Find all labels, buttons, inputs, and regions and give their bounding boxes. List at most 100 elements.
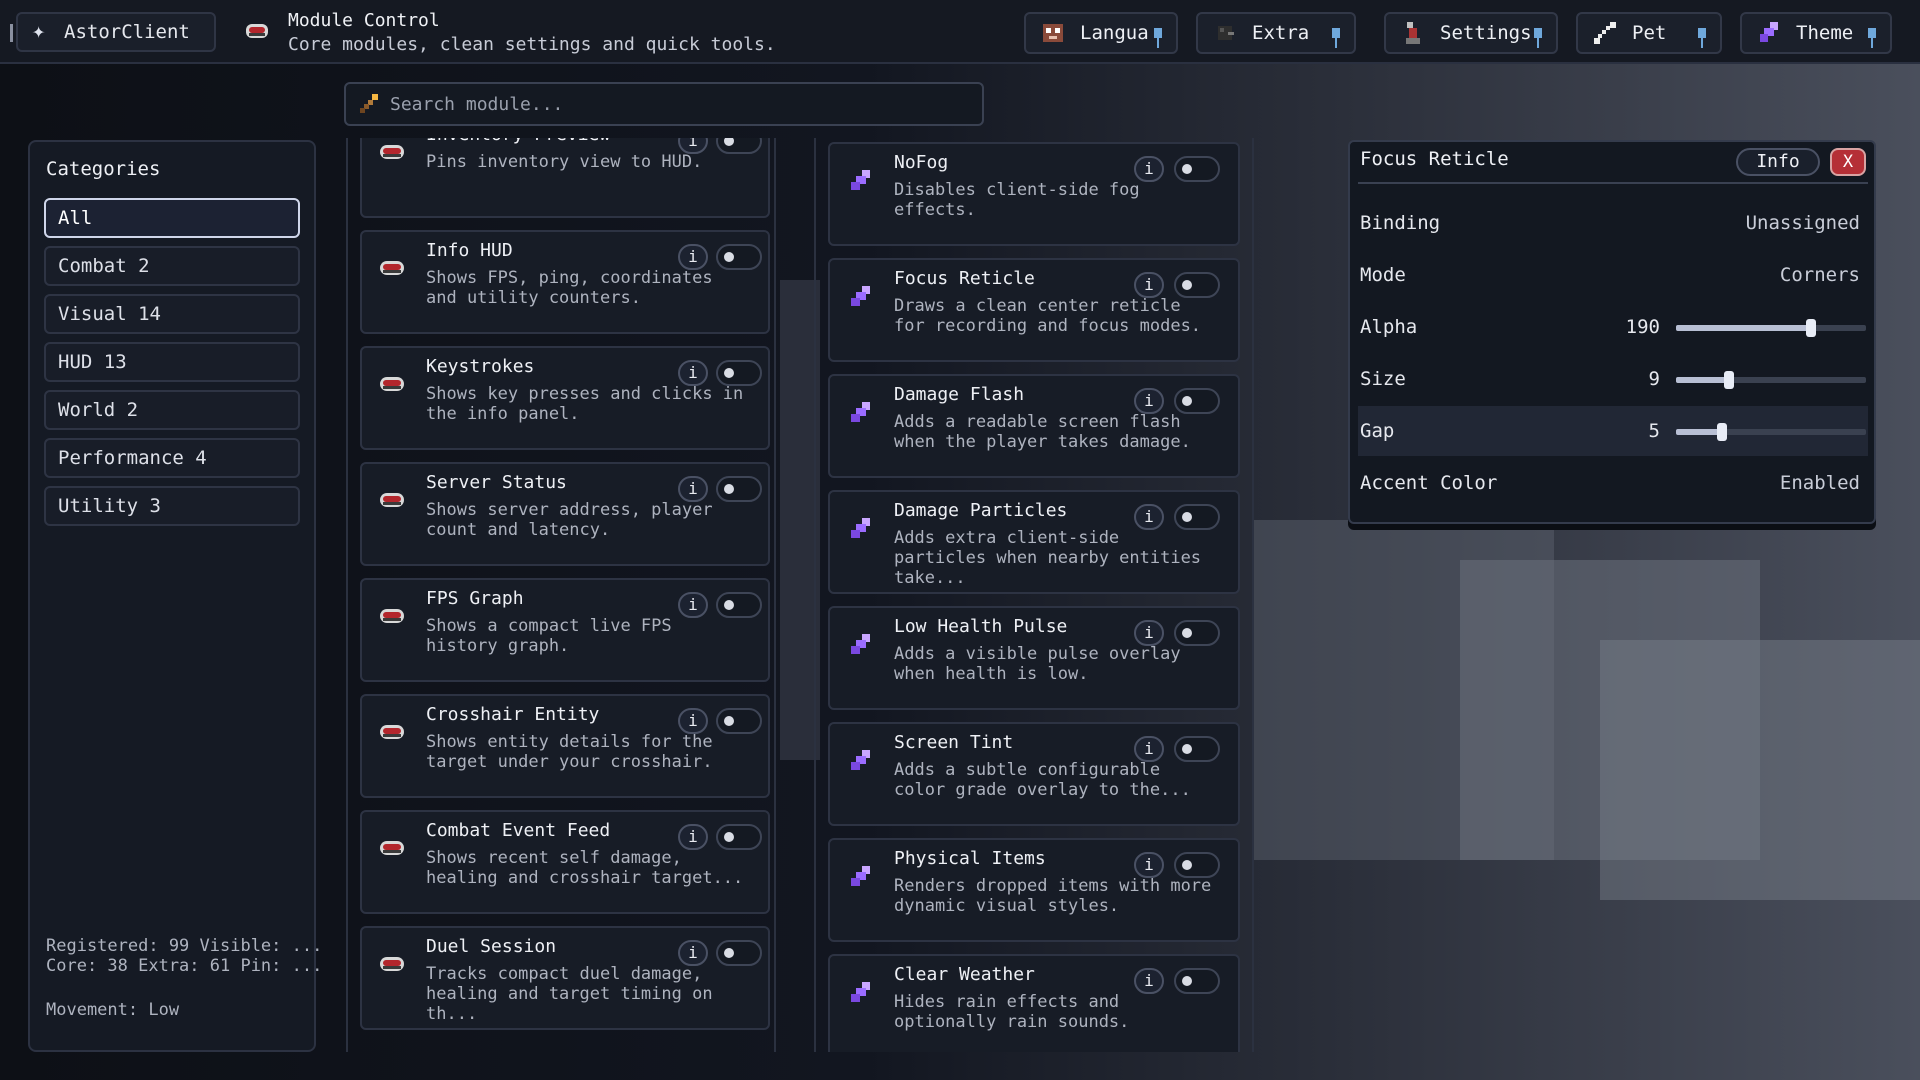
module-info-button[interactable]: i (1134, 852, 1164, 878)
module-card[interactable]: Low Health Pulse Adds a visible pulse ove… (828, 606, 1240, 710)
module-toggle[interactable] (1174, 852, 1220, 878)
size-slider-handle[interactable] (1724, 371, 1735, 389)
module-toggle[interactable] (1174, 736, 1220, 762)
module-toggle[interactable] (1174, 620, 1220, 646)
module-info-button[interactable]: i (678, 824, 708, 850)
module-card[interactable]: Server Status Shows server address, playe… (360, 462, 770, 566)
categories-title: Categories (46, 158, 161, 180)
category-utility[interactable]: Utility 3 (44, 486, 300, 526)
module-card[interactable]: NoFog Disables client-side fog effects. i (828, 142, 1240, 246)
redstone-lamp-icon (380, 957, 404, 971)
module-description: Shows a compact live FPS history graph. (426, 616, 672, 656)
module-card[interactable]: Combat Event Feed Shows recent self damag… (360, 810, 770, 914)
module-info-button[interactable]: i (1134, 272, 1164, 298)
module-info-button[interactable]: i (678, 360, 708, 386)
pet-label: Pet (1632, 22, 1667, 44)
module-toggle[interactable] (716, 824, 762, 850)
toggle-knob (724, 138, 734, 146)
module-name: Damage Particles (894, 500, 1068, 521)
module-card[interactable]: Info HUD Shows FPS, ping, coordinates and… (360, 230, 770, 334)
module-toggle[interactable] (716, 244, 762, 270)
module-name: Keystrokes (426, 356, 535, 377)
pin-icon (1534, 28, 1542, 48)
module-toggle[interactable] (1174, 504, 1220, 530)
size-slider[interactable] (1676, 371, 1866, 389)
module-toggle[interactable] (1174, 968, 1220, 994)
alpha-slider-handle[interactable] (1805, 319, 1816, 337)
module-info-button[interactable]: i (678, 244, 708, 270)
settings-button[interactable]: Settings (1384, 12, 1558, 54)
module-toggle[interactable] (1174, 272, 1220, 298)
language-button[interactable]: Langua (1024, 12, 1178, 54)
gap-slider[interactable] (1676, 423, 1866, 441)
module-toggle[interactable] (716, 592, 762, 618)
module-info-button[interactable]: i (1134, 736, 1164, 762)
module-card[interactable]: Clear Weather Hides rain effects and opti… (828, 954, 1240, 1052)
module-card[interactable]: Duel Session Tracks compact duel damage, … (360, 926, 770, 1030)
module-name: Low Health Pulse (894, 616, 1068, 637)
module-toggle[interactable] (1174, 388, 1220, 414)
module-card[interactable]: Physical Items Renders dropped items with… (828, 838, 1240, 942)
module-info-button[interactable]: i (1134, 968, 1164, 994)
category-performance[interactable]: Performance 4 (44, 438, 300, 478)
binding-row[interactable]: Binding Unassigned (1358, 198, 1868, 248)
module-toggle[interactable] (716, 708, 762, 734)
category-label: HUD 13 (58, 351, 127, 373)
module-name: Damage Flash (894, 384, 1025, 405)
module-card[interactable]: Damage Flash Adds a readable screen flash… (828, 374, 1240, 478)
theme-button[interactable]: Theme (1740, 12, 1892, 54)
gap-value: 5 (1648, 420, 1660, 442)
category-visual[interactable]: Visual 14 (44, 294, 300, 334)
module-card[interactable]: Damage Particles Adds extra client-side p… (828, 490, 1240, 594)
pet-button[interactable]: Pet (1576, 12, 1722, 54)
module-card[interactable]: Crosshair Entity Shows entity details for… (360, 694, 770, 798)
module-toggle[interactable] (716, 138, 762, 154)
gap-slider-handle[interactable] (1716, 423, 1727, 441)
extra-button[interactable]: Extra (1196, 12, 1356, 54)
module-toggle[interactable] (716, 360, 762, 386)
gap-slider-fill (1676, 429, 1722, 435)
module-description: Pins inventory view to HUD. (426, 152, 703, 172)
amethyst-shard-icon (851, 750, 870, 770)
brand-button[interactable]: ✦ AstorClient (10, 12, 216, 52)
accent-color-row[interactable]: Accent Color Enabled (1358, 458, 1868, 508)
mode-label: Mode (1360, 264, 1406, 286)
module-info-button[interactable]: i (1134, 620, 1164, 646)
search-box[interactable] (344, 82, 984, 126)
module-info-button[interactable]: i (678, 708, 708, 734)
module-description: Adds a visible pulse overlay when health… (894, 644, 1181, 684)
category-all[interactable]: All (44, 198, 300, 238)
alpha-slider[interactable] (1676, 319, 1866, 337)
module-toggle[interactable] (716, 476, 762, 502)
module-description: Shows FPS, ping, coordinates and utility… (426, 268, 713, 308)
module-toggle[interactable] (1174, 156, 1220, 182)
module-card[interactable]: Screen Tint Adds a subtle configurable co… (828, 722, 1240, 826)
info-button[interactable]: Info (1736, 148, 1820, 176)
module-info-button[interactable]: i (1134, 388, 1164, 414)
module-info-button[interactable]: i (678, 592, 708, 618)
page-subtitle: Core modules, clean settings and quick t… (288, 34, 776, 55)
module-name: Crosshair Entity (426, 704, 600, 725)
module-info-button[interactable]: i (1134, 504, 1164, 530)
pin-icon (1698, 28, 1706, 48)
module-card[interactable]: Inventory Preview Pins inventory view to … (360, 138, 770, 218)
module-card[interactable]: Focus Reticle Draws a clean center reticl… (828, 258, 1240, 362)
brand-accent-bar (10, 24, 13, 42)
close-button[interactable]: X (1830, 148, 1866, 176)
module-card[interactable]: Keystrokes Shows key presses and clicks i… (360, 346, 770, 450)
toggle-knob (1182, 860, 1192, 870)
mode-row[interactable]: Mode Corners (1358, 250, 1868, 300)
module-info-button[interactable]: i (678, 476, 708, 502)
module-toggle[interactable] (716, 940, 762, 966)
category-hud[interactable]: HUD 13 (44, 342, 300, 382)
search-input[interactable] (390, 93, 950, 115)
category-world[interactable]: World 2 (44, 390, 300, 430)
module-info-button[interactable]: i (1134, 156, 1164, 182)
redstone-lamp-icon (380, 841, 404, 855)
categories-panel: Categories All Combat 2 Visual 14 HUD 13… (28, 140, 322, 1052)
amethyst-shard-icon (851, 634, 870, 654)
module-info-button[interactable]: i (678, 940, 708, 966)
category-combat[interactable]: Combat 2 (44, 246, 300, 286)
module-card[interactable]: FPS Graph Shows a compact live FPS histor… (360, 578, 770, 682)
toggle-knob (724, 368, 734, 378)
